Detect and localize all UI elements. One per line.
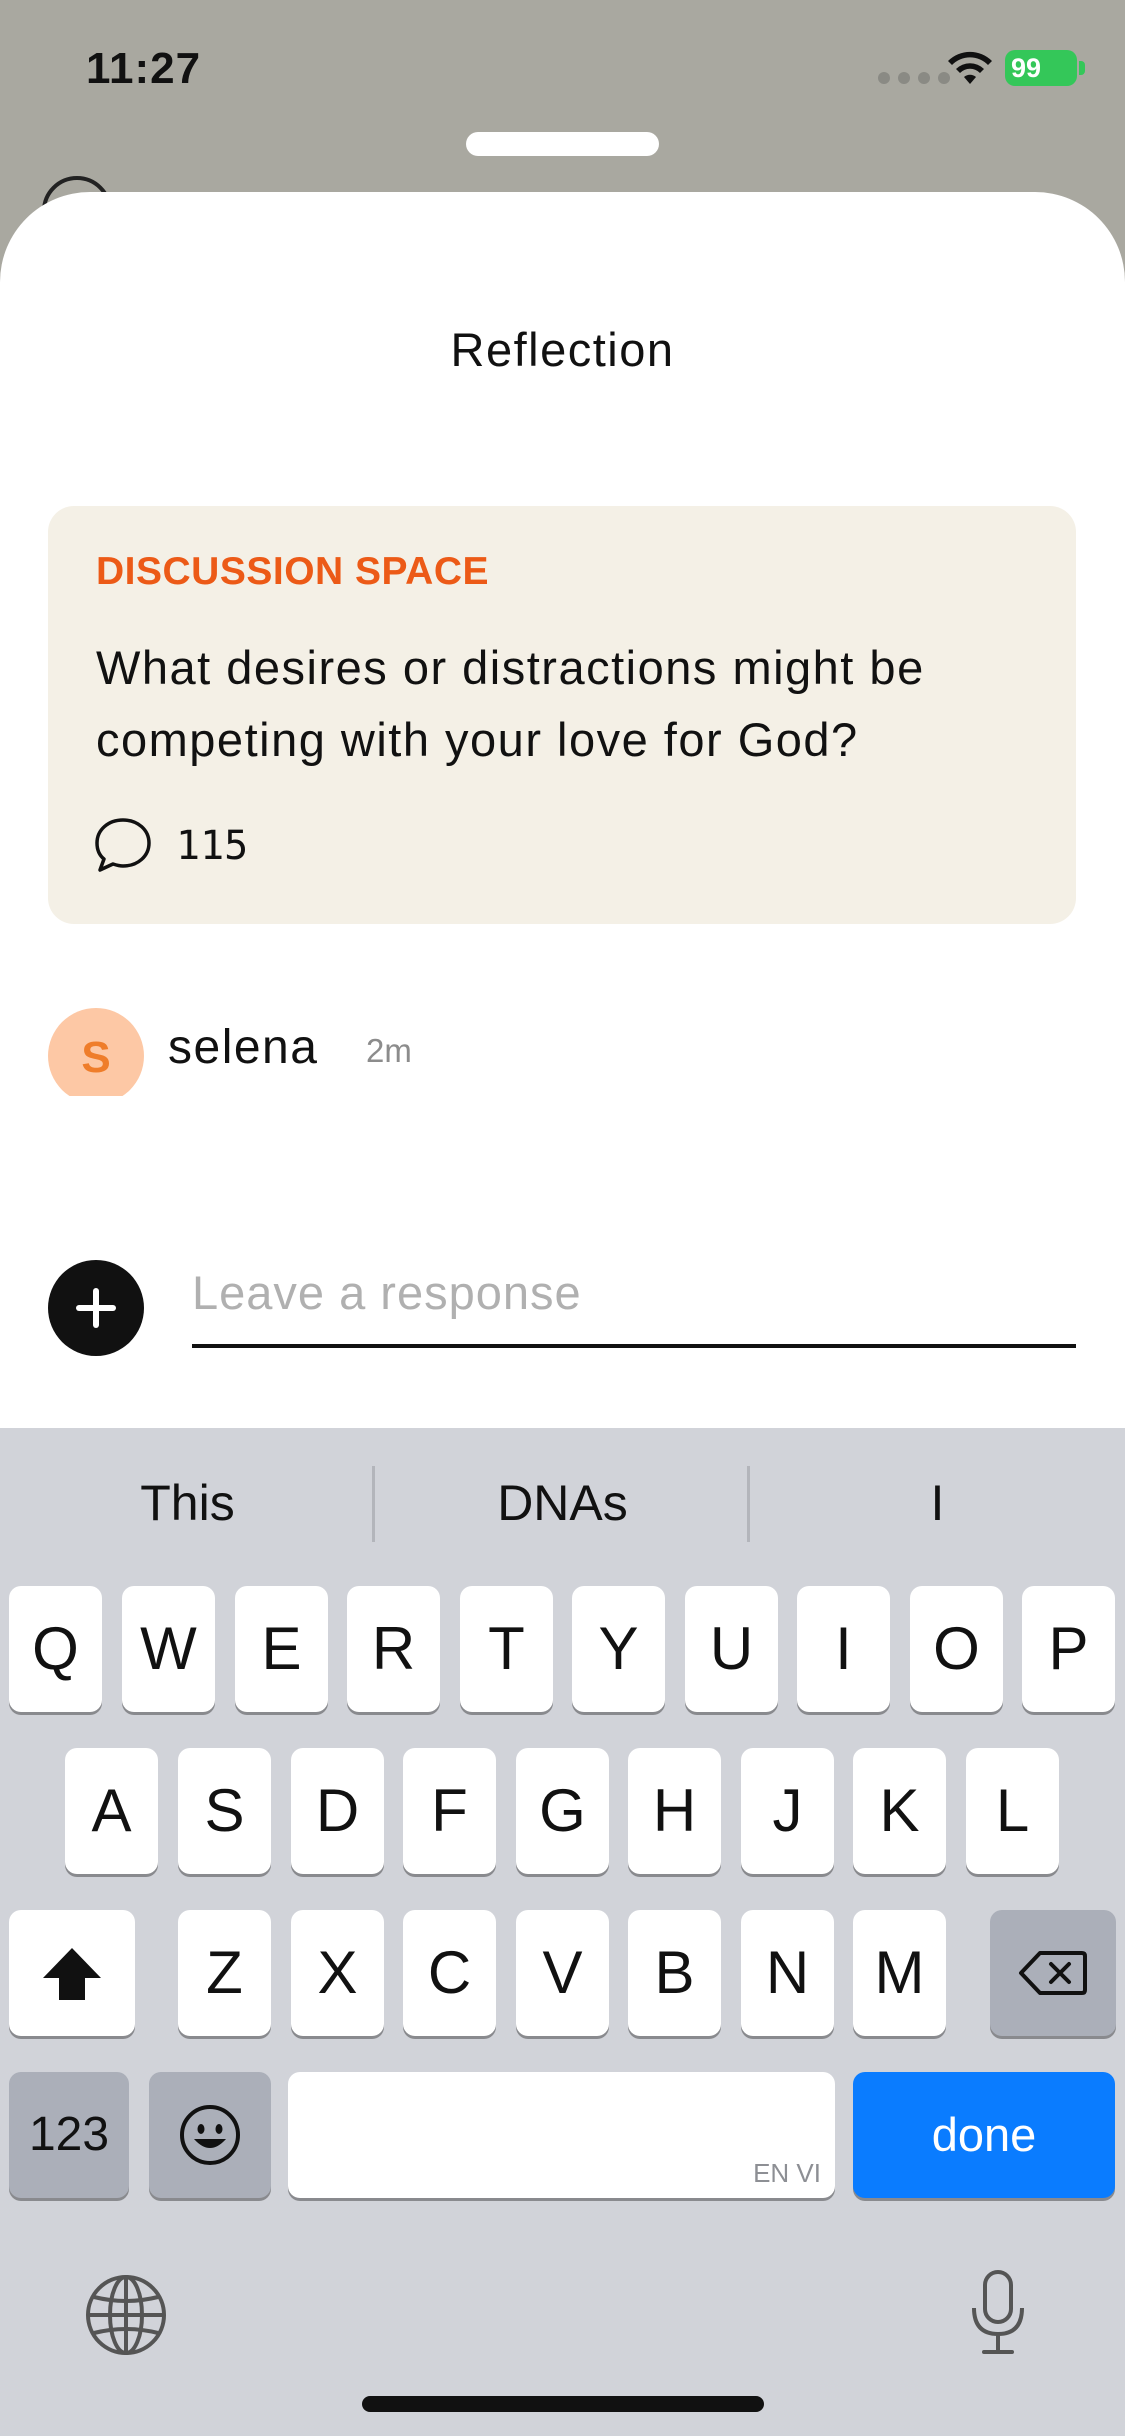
add-button[interactable] (48, 1260, 144, 1356)
key-y[interactable]: Y (572, 1586, 665, 1712)
key-j[interactable]: J (741, 1748, 834, 1874)
discussion-label: DISCUSSION SPACE (96, 550, 490, 593)
discussion-question: What desires or distractions might be co… (96, 641, 925, 766)
response-input[interactable] (192, 1240, 1076, 1348)
suggestion-3[interactable]: I (750, 1458, 1125, 1548)
key-c[interactable]: C (403, 1910, 496, 2036)
key-g[interactable]: G (516, 1748, 609, 1874)
wifi-icon (948, 51, 992, 84)
done-key[interactable]: done (853, 2072, 1115, 2198)
comment-bubble-icon (95, 818, 151, 872)
key-q[interactable]: Q (9, 1586, 102, 1712)
key-d[interactable]: D (291, 1748, 384, 1874)
key-z[interactable]: Z (178, 1910, 271, 2036)
comment-item[interactable]: S selena 2m (48, 1008, 1048, 1104)
avatar[interactable]: S (48, 1008, 144, 1104)
key-x[interactable]: X (291, 1910, 384, 2036)
status-time: 11:27 (86, 44, 202, 93)
discussion-card[interactable]: DISCUSSION SPACE What desires or distrac… (48, 506, 1076, 924)
reflection-sheet: Reflection DISCUSSION SPACE What desires… (0, 192, 1125, 1452)
key-a[interactable]: A (65, 1748, 158, 1874)
key-o[interactable]: O (910, 1586, 1003, 1712)
keyboard-language: EN VI (753, 2158, 821, 2188)
key-l[interactable]: L (966, 1748, 1059, 1874)
key-u[interactable]: U (685, 1586, 778, 1712)
cellular-signal-icon (878, 72, 950, 84)
key-t[interactable]: T (460, 1586, 553, 1712)
key-s[interactable]: S (178, 1748, 271, 1874)
shift-key[interactable] (9, 1910, 135, 2036)
backspace-icon (1019, 1951, 1087, 1995)
globe-icon[interactable] (84, 2273, 168, 2357)
keyboard: This DNAs I Q W E R T Y U I O P A S D F … (0, 1428, 1125, 2436)
key-f[interactable]: F (403, 1748, 496, 1874)
battery-cap (1079, 61, 1085, 75)
suggestion-bar: This DNAs I (0, 1428, 1125, 1578)
suggestion-1[interactable]: This (0, 1458, 375, 1548)
status-bar: 11:27 99 (0, 0, 1125, 140)
suggestion-2[interactable]: DNAs (375, 1458, 750, 1548)
key-m[interactable]: M (853, 1910, 946, 2036)
sheet-grabber[interactable] (466, 132, 659, 156)
comment-username[interactable]: selena (168, 1020, 318, 1075)
space-key[interactable]: EN VI (288, 2072, 835, 2198)
key-h[interactable]: H (628, 1748, 721, 1874)
comment-timestamp: 2m (366, 1032, 412, 1069)
shift-icon (43, 1948, 101, 2000)
comment-list-clip (0, 1096, 1125, 1156)
home-indicator[interactable] (362, 2396, 764, 2412)
key-w[interactable]: W (122, 1586, 215, 1712)
comment-count: 115 (176, 823, 249, 869)
key-r[interactable]: R (347, 1586, 440, 1712)
plus-icon (76, 1288, 116, 1328)
sheet-title: Reflection (450, 323, 675, 376)
battery-icon: 99 (1005, 50, 1077, 86)
key-n[interactable]: N (741, 1910, 834, 2036)
key-p[interactable]: P (1022, 1586, 1115, 1712)
key-i[interactable]: I (797, 1586, 890, 1712)
numbers-key[interactable]: 123 (9, 2072, 129, 2198)
emoji-key[interactable] (149, 2072, 271, 2198)
key-b[interactable]: B (628, 1910, 721, 2036)
microphone-icon[interactable] (966, 2268, 1030, 2358)
battery-level: 99 (1011, 53, 1042, 83)
delete-key[interactable] (990, 1910, 1116, 2036)
key-k[interactable]: K (853, 1748, 946, 1874)
key-v[interactable]: V (516, 1910, 609, 2036)
key-e[interactable]: E (235, 1586, 328, 1712)
emoji-icon (180, 2105, 240, 2165)
